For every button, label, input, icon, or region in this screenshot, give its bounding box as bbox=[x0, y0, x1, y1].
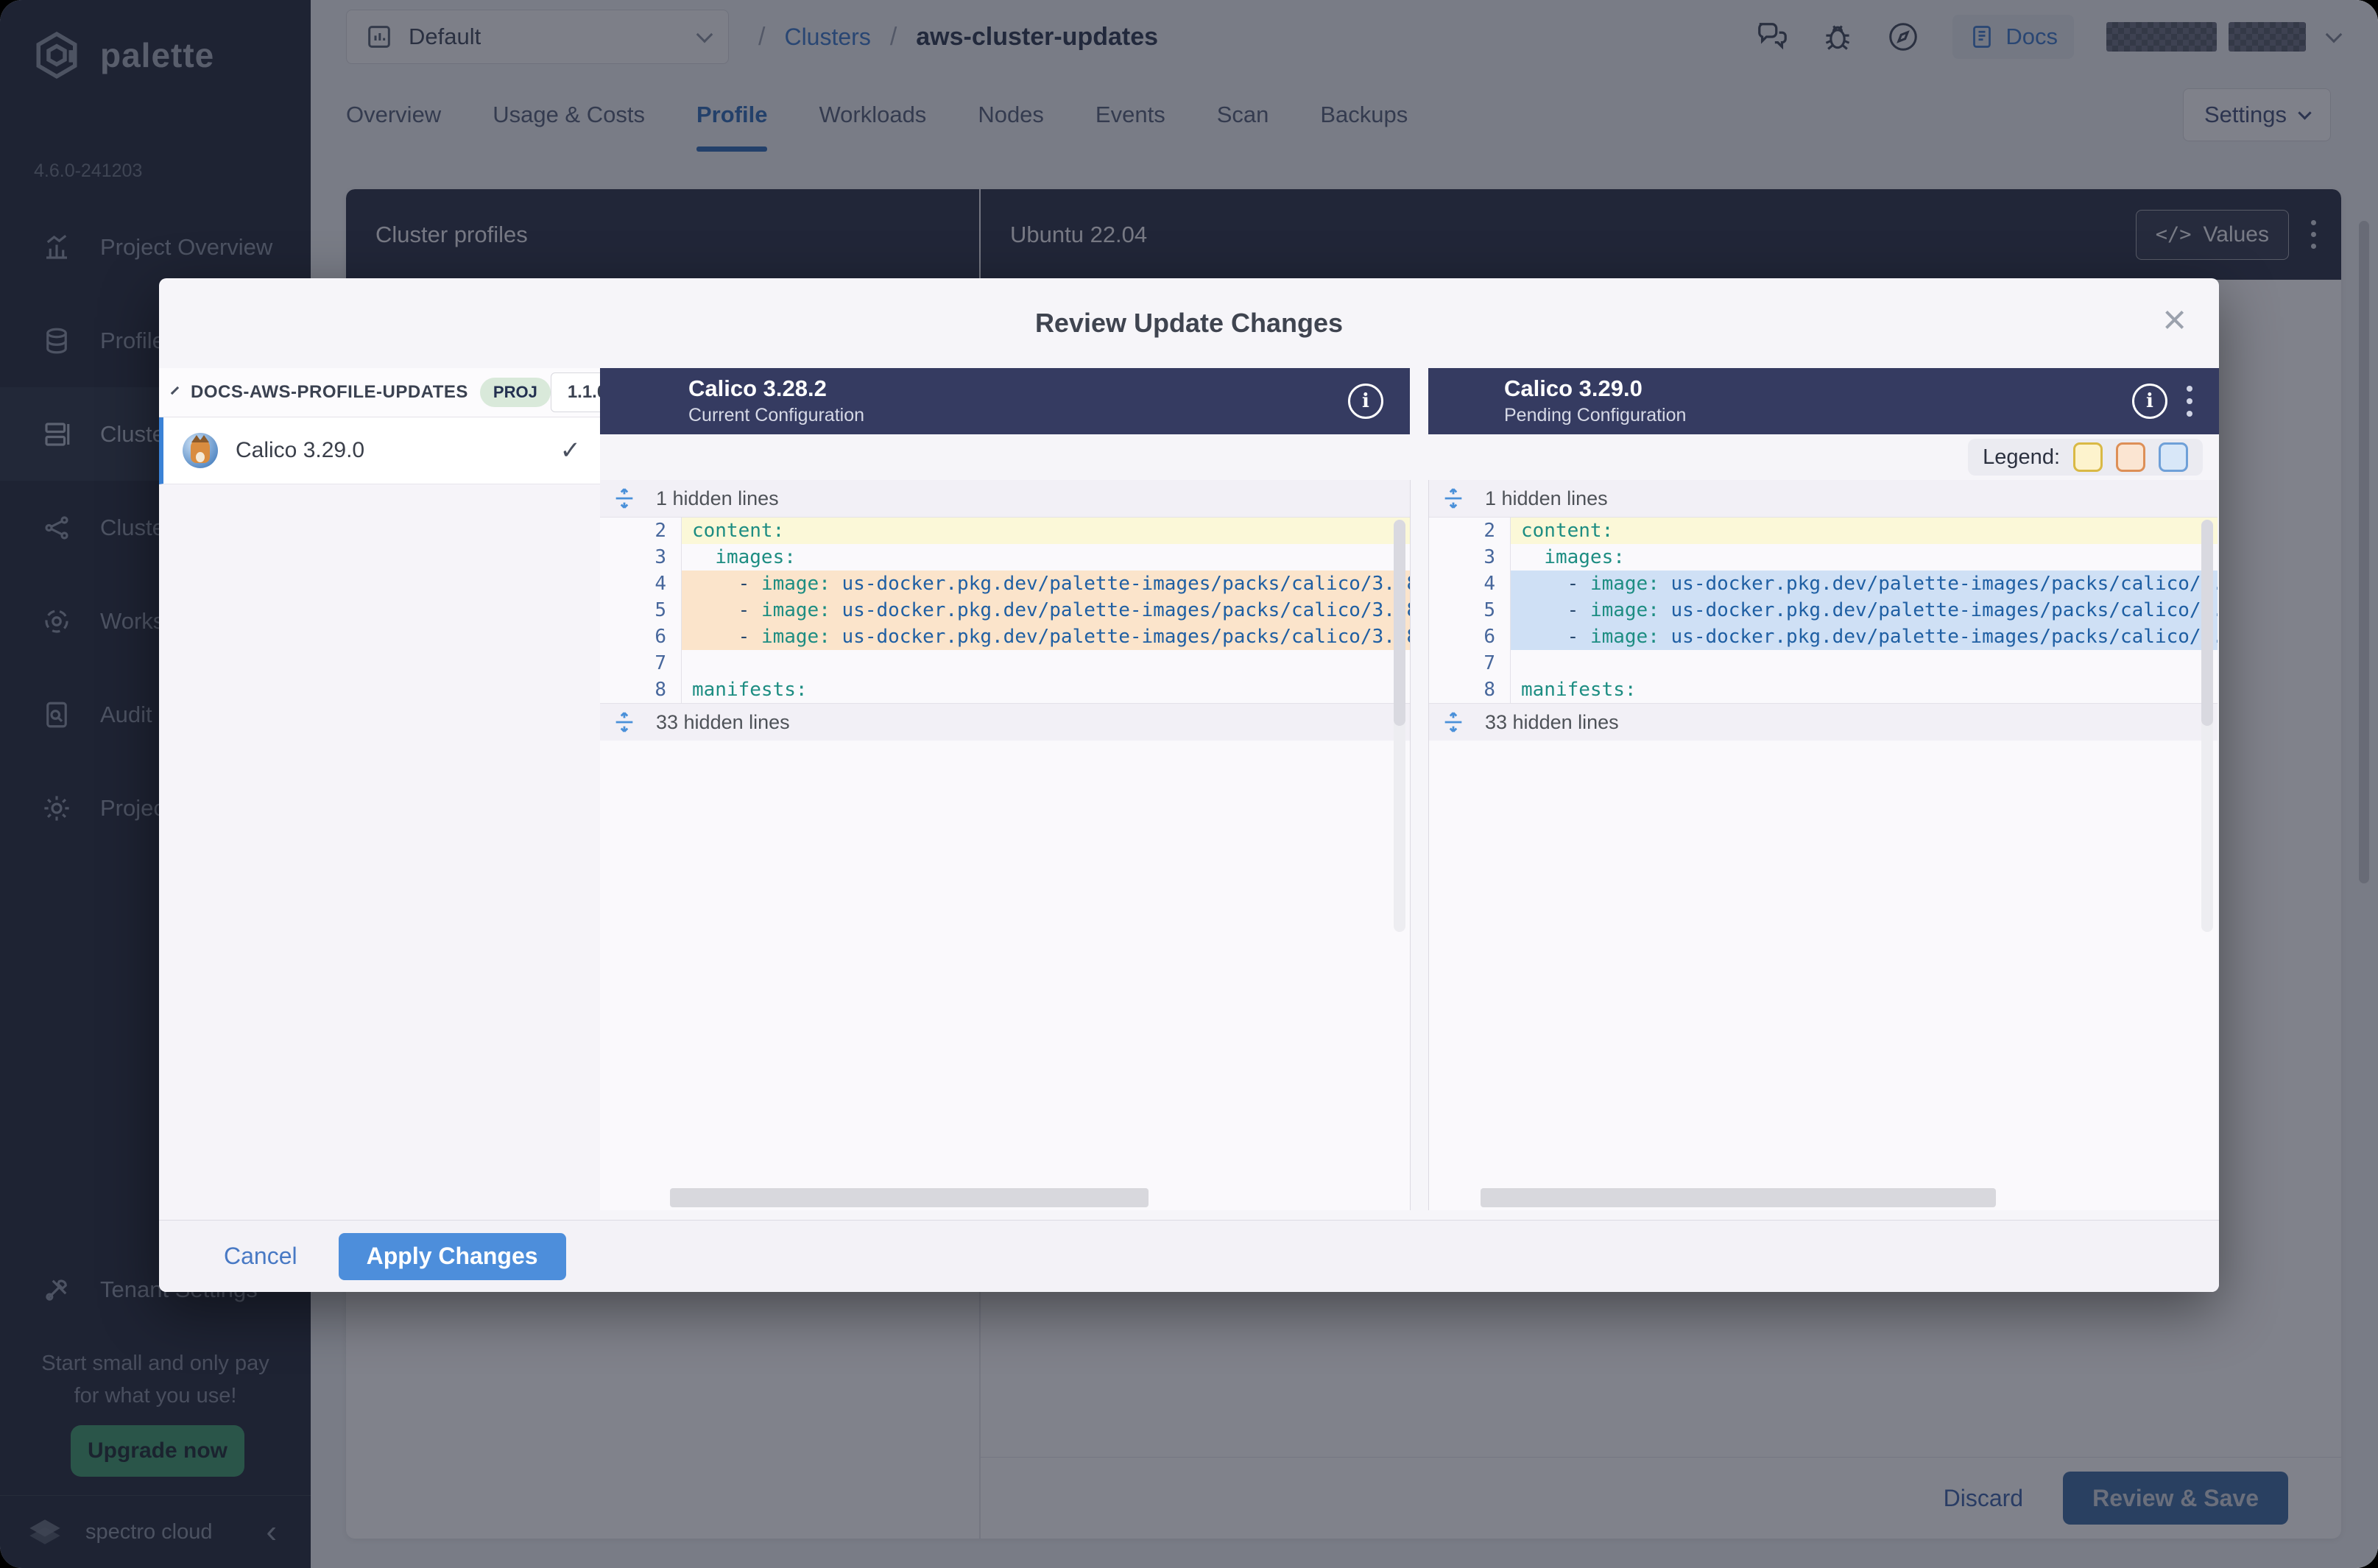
modal-title: Review Update Changes bbox=[159, 278, 2219, 368]
scope-badge: PROJ bbox=[480, 378, 551, 407]
diff-header-pending: Calico 3.29.0 Pending Configuration i bbox=[1428, 368, 2219, 434]
profile-name: DOCS-AWS-PROFILE-UPDATES bbox=[191, 382, 468, 403]
apply-changes-button[interactable]: Apply Changes bbox=[339, 1233, 566, 1280]
diff-view: Calico 3.28.2 Current Configuration i Ca… bbox=[600, 368, 2219, 1221]
code-line: 6 - image: us-docker.pkg.dev/palette-ima… bbox=[600, 624, 1410, 650]
legend-row: Legend: bbox=[600, 434, 2219, 480]
pack-item-calico[interactable]: Calico 3.29.0 ✓ bbox=[159, 417, 600, 484]
info-icon[interactable]: i bbox=[1348, 384, 1383, 419]
current-pack-title: Calico 3.28.2 bbox=[688, 375, 864, 403]
hidden-lines-bottom[interactable]: 33 hidden lines bbox=[1429, 703, 2218, 741]
hidden-lines-top[interactable]: 1 hidden lines bbox=[1429, 480, 2218, 518]
hidden-lines-label: 33 hidden lines bbox=[1485, 711, 1619, 734]
chevron-down-icon bbox=[171, 386, 179, 395]
legend-swatch-blue bbox=[2159, 442, 2188, 472]
hidden-lines-bottom[interactable]: 33 hidden lines bbox=[600, 703, 1410, 741]
hidden-lines-label: 33 hidden lines bbox=[656, 711, 790, 734]
legend-swatch-yellow bbox=[2073, 442, 2103, 472]
hidden-lines-label: 1 hidden lines bbox=[656, 487, 779, 510]
code-line: 8manifests: bbox=[600, 677, 1410, 703]
check-icon: ✓ bbox=[560, 436, 582, 465]
pack-name: Calico 3.29.0 bbox=[236, 438, 364, 463]
diff-pane-right-lines: 2content:3 images:4 - image: us-docker.p… bbox=[1429, 518, 2218, 703]
code-line: 2content: bbox=[1429, 518, 2218, 544]
code-line: 3 images: bbox=[600, 544, 1410, 571]
code-line: 7 bbox=[600, 650, 1410, 677]
vertical-scrollbar[interactable] bbox=[2201, 520, 2213, 932]
close-icon[interactable]: × bbox=[2162, 299, 2187, 340]
cancel-button[interactable]: Cancel bbox=[224, 1243, 297, 1270]
screen: palette 4.6.0-241203 Project Overview Pr… bbox=[0, 0, 2378, 1568]
app-window: palette 4.6.0-241203 Project Overview Pr… bbox=[0, 0, 2378, 1568]
diff-header-current: Calico 3.28.2 Current Configuration i bbox=[600, 368, 1410, 434]
diff-legend: Legend: bbox=[1968, 439, 2203, 476]
code-line: 6 - image: us-docker.pkg.dev/palette-ima… bbox=[1429, 624, 2218, 650]
review-update-changes-modal: Review Update Changes × DOCS-AWS-PROFILE… bbox=[159, 278, 2219, 1292]
modal-footer: Cancel Apply Changes bbox=[159, 1220, 2219, 1292]
code-line: 4 - image: us-docker.pkg.dev/palette-ima… bbox=[600, 571, 1410, 597]
calico-pack-icon bbox=[183, 433, 218, 468]
pending-pack-title: Calico 3.29.0 bbox=[1504, 375, 1686, 403]
horizontal-scrollbar[interactable] bbox=[1481, 1188, 1996, 1207]
legend-label: Legend: bbox=[1983, 445, 2060, 470]
hidden-lines-label: 1 hidden lines bbox=[1485, 487, 1608, 510]
legend-swatch-orange bbox=[2116, 442, 2145, 472]
vertical-scrollbar[interactable] bbox=[1394, 520, 1405, 932]
unfold-icon bbox=[1441, 710, 1466, 735]
diff-pane-pending: 1 hidden lines 2content:3 images:4 - ima… bbox=[1428, 480, 2218, 1210]
unfold-icon bbox=[1441, 486, 1466, 511]
profile-header-row[interactable]: DOCS-AWS-PROFILE-UPDATES PROJ 1.1.0 bbox=[159, 368, 600, 417]
diff-pane-left-lines: 2content:3 images:4 - image: us-docker.p… bbox=[600, 518, 1410, 703]
profile-packs-panel: DOCS-AWS-PROFILE-UPDATES PROJ 1.1.0 Cali… bbox=[159, 368, 601, 1221]
info-icon[interactable]: i bbox=[2132, 384, 2167, 419]
code-line: 8manifests: bbox=[1429, 677, 2218, 703]
modal-titlebar: Review Update Changes × bbox=[159, 278, 2219, 369]
code-line: 4 - image: us-docker.pkg.dev/palette-ima… bbox=[1429, 571, 2218, 597]
hidden-lines-top[interactable]: 1 hidden lines bbox=[600, 480, 1410, 518]
current-pack-subtitle: Current Configuration bbox=[688, 403, 864, 428]
kebab-menu-icon[interactable] bbox=[2187, 386, 2192, 417]
unfold-icon bbox=[612, 710, 637, 735]
code-line: 3 images: bbox=[1429, 544, 2218, 571]
horizontal-scrollbar[interactable] bbox=[670, 1188, 1149, 1207]
code-line: 5 - image: us-docker.pkg.dev/palette-ima… bbox=[1429, 597, 2218, 624]
code-line: 5 - image: us-docker.pkg.dev/palette-ima… bbox=[600, 597, 1410, 624]
code-line: 7 bbox=[1429, 650, 2218, 677]
pending-pack-subtitle: Pending Configuration bbox=[1504, 403, 1686, 428]
unfold-icon bbox=[612, 486, 637, 511]
diff-pane-current: 1 hidden lines 2content:3 images:4 - ima… bbox=[600, 480, 1411, 1210]
code-line: 2content: bbox=[600, 518, 1410, 544]
